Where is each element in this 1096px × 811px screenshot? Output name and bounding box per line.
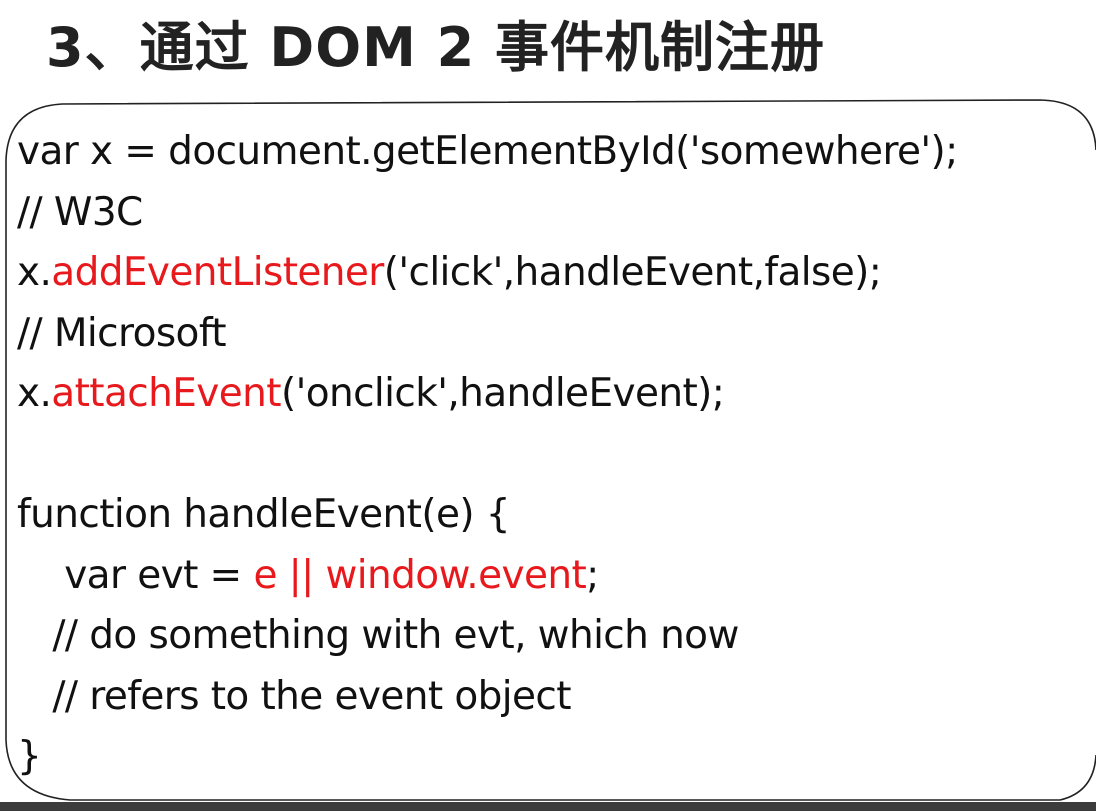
highlighted-code-token: attachEvent: [51, 371, 281, 416]
code-line: // W3C: [17, 183, 958, 244]
bottom-bar: [0, 802, 1096, 811]
code-line: x.attachEvent('onclick',handleEvent);: [17, 364, 958, 425]
code-line: function handleEvent(e) {: [17, 485, 958, 546]
code-text: // W3C: [17, 189, 143, 235]
code-line: var evt = e || window.event;: [17, 546, 958, 607]
code-text: ;: [586, 552, 599, 598]
code-text: ('click',handleEvent,false);: [383, 250, 882, 295]
code-text: x.: [17, 371, 52, 416]
code-text: var evt =: [17, 552, 254, 598]
highlighted-code-token: e || window.event: [253, 552, 587, 598]
code-block: var x = document.getElementById('somewhe…: [17, 122, 958, 788]
code-text: ('onclick',handleEvent);: [280, 371, 725, 416]
code-text: // do something with evt, which now: [17, 613, 739, 658]
code-line: var x = document.getElementById('somewhe…: [17, 122, 958, 183]
code-text: x.: [17, 250, 52, 295]
code-text: }: [17, 734, 42, 779]
code-line: }: [17, 727, 958, 788]
highlighted-code-token: addEventListener: [51, 250, 384, 295]
code-line: // do something with evt, which now: [17, 606, 958, 667]
code-line: // Microsoft: [17, 304, 958, 365]
code-line: x.addEventListener('click',handleEvent,f…: [17, 243, 958, 304]
code-text: function handleEvent(e) {: [17, 492, 511, 537]
code-text: var x = document.getElementById('somewhe…: [17, 129, 958, 174]
code-text: // refers to the event object: [17, 673, 571, 719]
code-text: // Microsoft: [17, 310, 227, 356]
code-line: // refers to the event object: [17, 667, 958, 728]
